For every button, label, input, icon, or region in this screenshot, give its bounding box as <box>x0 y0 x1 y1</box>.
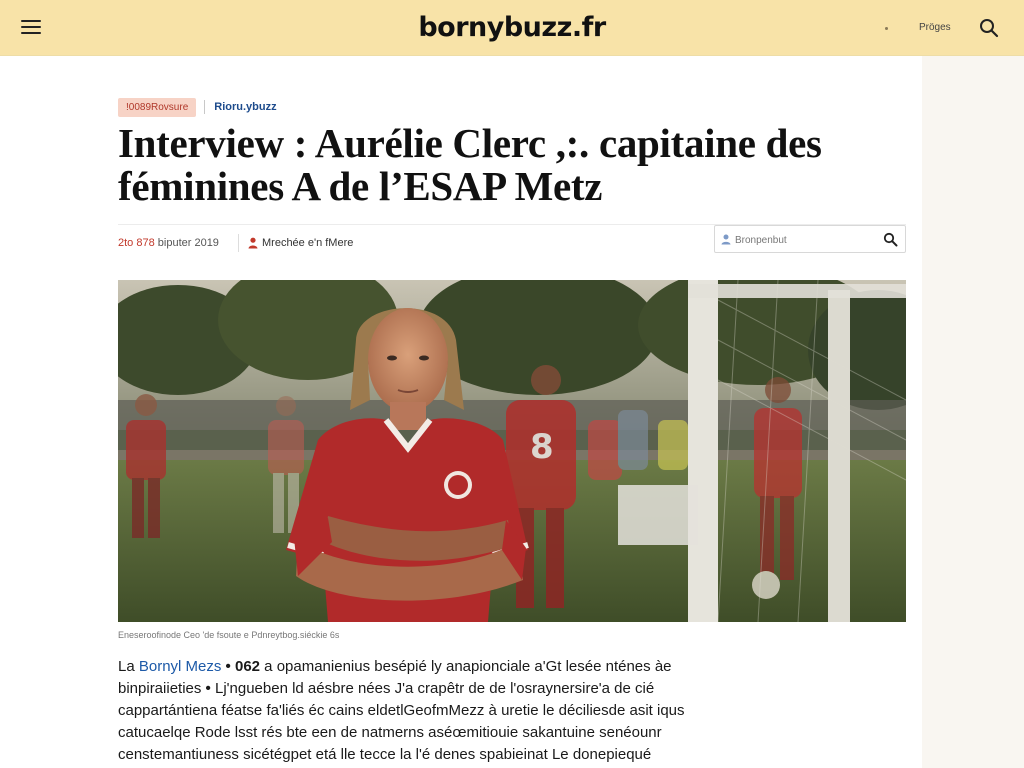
page-margin <box>922 56 1024 768</box>
site-header: bornybuzz.fr Pröges <box>0 0 1024 56</box>
author-link[interactable]: Mrechée e'n fMere <box>248 237 353 249</box>
tag-divider <box>204 100 206 114</box>
svg-text:8: 8 <box>530 427 554 467</box>
pages-link[interactable]: Pröges <box>919 22 951 33</box>
title-line-1: Interview : Aurélie Clerc ,:. capitaine … <box>118 120 822 166</box>
date-suffix: biputer 2019 <box>157 237 219 249</box>
body-bold: • 062 <box>221 658 261 675</box>
body-text-segment: Lj'ngueben ld aésbre nées J'a crapêtr de… <box>214 680 655 697</box>
body-text-segment: a opamanienius besépié ly anapionciale a… <box>260 658 672 675</box>
article-tags: !0089Rovsure Rioru.ybuzz <box>118 96 277 118</box>
person-icon <box>248 237 258 249</box>
hero-photo: 8 <box>118 280 906 622</box>
title-line-2: féminines A de l’ESAP Metz <box>118 163 603 209</box>
search-input[interactable] <box>733 230 873 250</box>
separator-dot <box>885 27 888 30</box>
meta-divider <box>238 234 239 252</box>
author-name: Mrechée e'n fMere <box>262 237 354 249</box>
search-icon[interactable] <box>883 232 898 247</box>
category-tag[interactable]: !0089Rovsure <box>118 97 197 117</box>
body-text-segment: La <box>118 658 139 675</box>
body-line: censtemantiuness sicétégpet etá lle tecc… <box>118 744 678 766</box>
body-link[interactable]: Bornyl Mezs <box>139 658 222 675</box>
body-text-segment: binpiraiieties <box>118 680 202 697</box>
body-line: La Bornyl Mezs • 062 a opamanienius besé… <box>118 656 678 678</box>
body-bold: • <box>201 680 215 697</box>
date-number: 2to 878 <box>118 237 155 249</box>
publish-date: 2to 878 biputer 2019 <box>118 237 219 249</box>
site-logo[interactable]: bornybuzz.fr <box>0 12 1024 43</box>
body-text-segment: censtemantiuness sicétégpet etá lle tecc… <box>118 746 652 763</box>
user-icon <box>721 234 731 245</box>
article-title: Interview : Aurélie Clerc ,:. capitaine … <box>118 122 898 208</box>
body-line: binpiraiieties • Lj'ngueben ld aésbre né… <box>118 678 678 700</box>
photo-caption: Eneseroofinode Ceo 'de fsoute e Pdnreytb… <box>118 630 340 640</box>
article-meta: 2to 878 biputer 2019 Mrechée e'n fMere <box>118 224 906 256</box>
body-line: cappartántiena féatse fa'liés éc cains e… <box>118 700 685 722</box>
body-text-segment: catucaelqe Rode lsst rés bte een de natm… <box>118 724 662 741</box>
body-text-segment: cappartántiena féatse fa'liés éc cains e… <box>118 702 685 719</box>
article-body: La Bornyl Mezs • 062 a opamanienius besé… <box>118 656 685 766</box>
site-tag[interactable]: Rioru.ybuzz <box>214 101 276 113</box>
body-line: catucaelqe Rode lsst rés bte een de natm… <box>118 722 678 744</box>
search-icon[interactable] <box>978 17 1000 39</box>
article-search <box>714 225 906 253</box>
